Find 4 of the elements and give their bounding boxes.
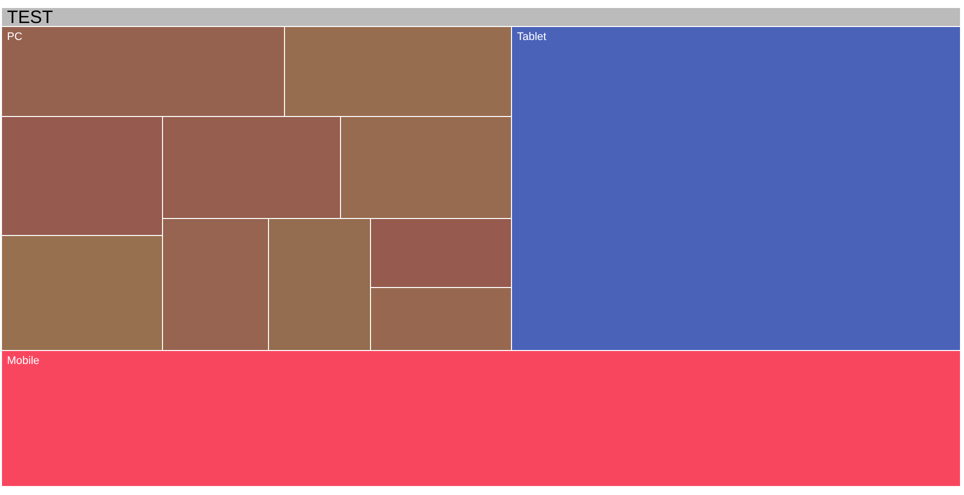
group-label: PC: [7, 31, 22, 44]
group-label: Tablet: [517, 31, 546, 44]
group-label: Mobile: [7, 355, 40, 368]
chart-title: TEST: [2, 8, 960, 26]
